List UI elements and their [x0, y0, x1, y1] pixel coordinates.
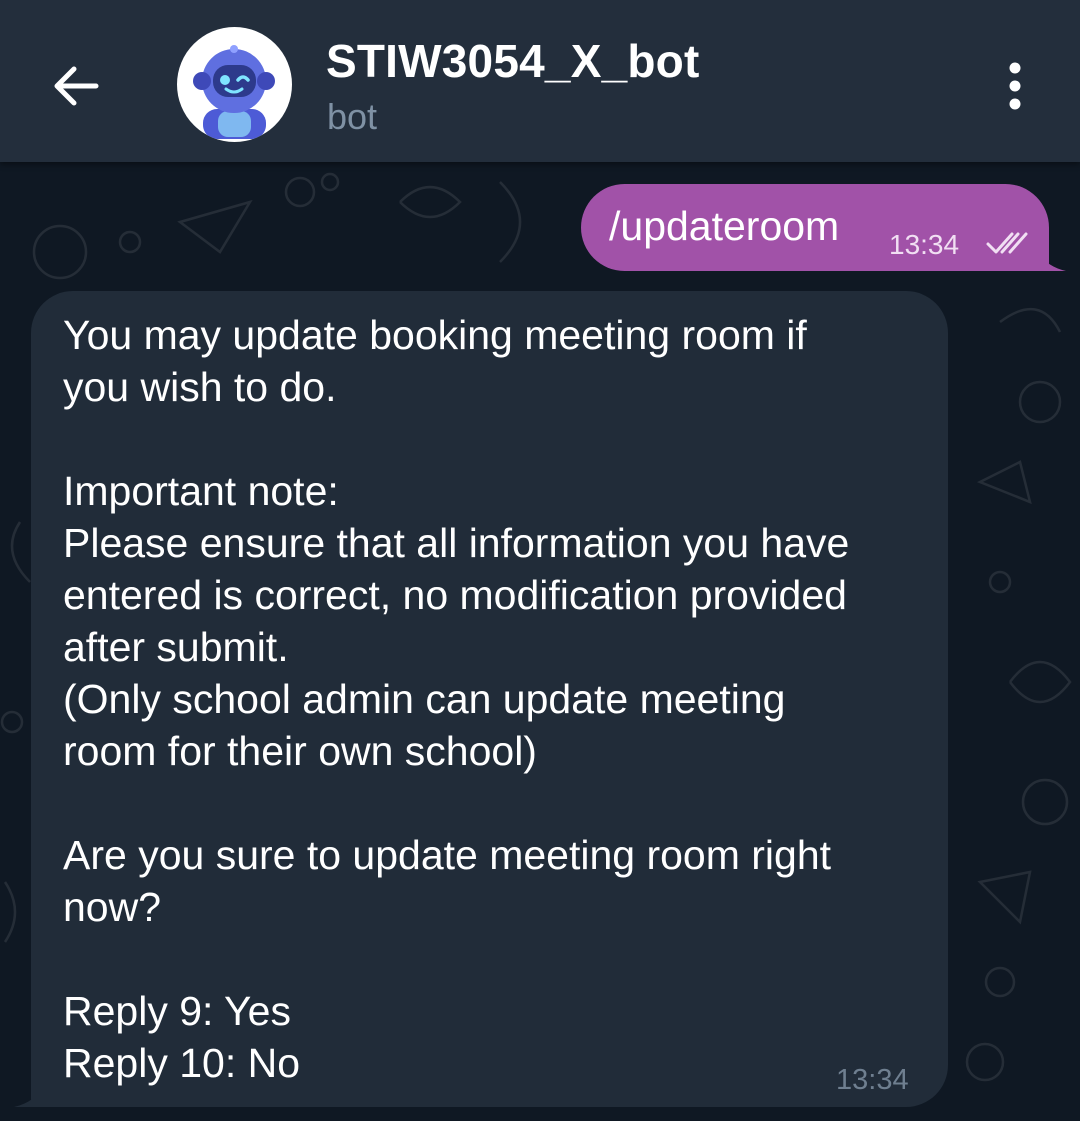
chat-title[interactable]: STIW3054_X_bot: [326, 34, 699, 88]
outgoing-bubble-tail: [1036, 248, 1066, 271]
telegram-chat-screen: STIW3054_X_bot bot /updateroom 13:34 You…: [0, 0, 1080, 1121]
message-line: (Only school admin can update meeting: [63, 676, 786, 722]
message-line: Reply 10: No: [63, 1040, 301, 1086]
message-line: Important note:: [63, 468, 339, 514]
chat-subtitle: bot: [327, 96, 378, 137]
outgoing-message-time: 13:34: [889, 229, 960, 260]
bot-avatar[interactable]: [177, 27, 292, 142]
message-line: room for their own school): [63, 728, 537, 774]
back-button[interactable]: [38, 48, 114, 124]
message-line: Please ensure that all information you h…: [63, 520, 850, 566]
incoming-message-time: 13:34: [836, 1064, 909, 1096]
double-check-icon: [986, 232, 1028, 254]
incoming-bubble-tail: [14, 1084, 44, 1107]
arrow-left-icon: [54, 66, 99, 106]
message-line: Reply 9: Yes: [63, 988, 291, 1034]
robot-avatar-icon: [193, 45, 275, 139]
message-line: now?: [63, 884, 162, 930]
more-options-button[interactable]: [990, 56, 1040, 116]
message-line: Are you sure to update meeting room righ…: [63, 832, 832, 878]
message-line: you wish to do.: [63, 364, 337, 410]
outgoing-message-text: /updateroom: [609, 203, 840, 249]
message-line: after submit.: [63, 624, 289, 670]
more-vertical-icon: [1009, 62, 1021, 110]
message-line: entered is correct, no modification prov…: [63, 572, 847, 618]
message-line: You may update booking meeting room if: [63, 312, 807, 358]
chat-header: STIW3054_X_bot bot: [0, 0, 1080, 162]
